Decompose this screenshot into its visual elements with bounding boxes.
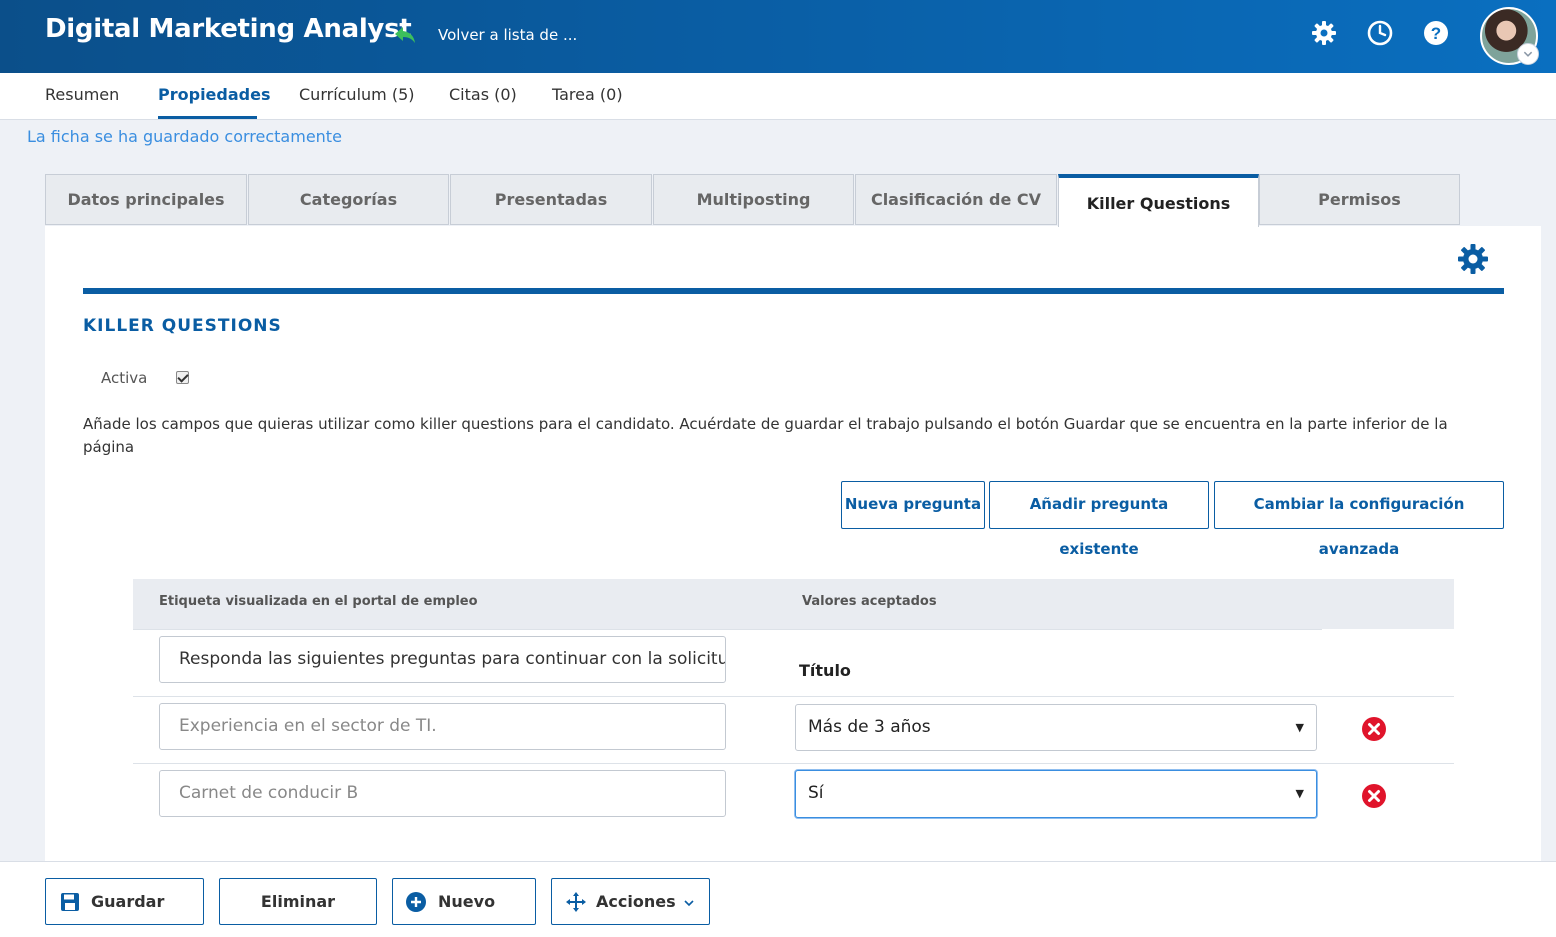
save-button[interactable]: Guardar bbox=[45, 878, 204, 925]
chevron-down-icon[interactable] bbox=[1517, 43, 1539, 65]
tab-datos-principales[interactable]: Datos principales bbox=[45, 174, 247, 225]
section-title: KILLER QUESTIONS bbox=[83, 316, 282, 336]
delete-row-icon[interactable] bbox=[1361, 783, 1387, 809]
save-floppy-icon bbox=[61, 893, 79, 911]
new-question-button[interactable]: Nueva pregunta bbox=[841, 481, 985, 529]
active-nav-indicator bbox=[158, 116, 257, 119]
tab-permisos[interactable]: Permisos bbox=[1259, 174, 1460, 225]
value-heading: Título bbox=[799, 661, 851, 680]
select-value: Más de 3 años bbox=[808, 717, 931, 737]
svg-text:?: ? bbox=[1431, 24, 1441, 43]
dropdown-arrow-icon: ▼ bbox=[1295, 721, 1304, 734]
panel-settings-gear-icon[interactable] bbox=[1456, 242, 1490, 276]
tab-killer-questions[interactable]: Killer Questions bbox=[1058, 174, 1259, 227]
question-label-input[interactable]: Experiencia en el sector de TI. bbox=[159, 703, 726, 750]
actions-dropdown-button[interactable]: Acciones bbox=[551, 878, 710, 925]
column-header-values: Valores aceptados bbox=[802, 594, 937, 609]
question-label-input[interactable]: Responda las siguientes preguntas para c… bbox=[159, 636, 726, 683]
accepted-value-select[interactable]: Sí ▼ bbox=[795, 770, 1317, 818]
page-title: Digital Marketing Analyst bbox=[45, 14, 412, 44]
activa-checkbox[interactable] bbox=[176, 371, 189, 384]
delete-label: Eliminar bbox=[260, 892, 336, 911]
back-to-list-link[interactable]: Volver a lista de ... bbox=[438, 26, 577, 44]
add-existing-question-button[interactable]: Añadir pregunta existente bbox=[989, 481, 1209, 558]
section-description: Añade los campos que quieras utilizar co… bbox=[83, 415, 1448, 456]
tab-presentadas[interactable]: Presentadas bbox=[450, 174, 652, 225]
back-arrow-icon[interactable] bbox=[392, 22, 418, 48]
dropdown-arrow-icon: ▼ bbox=[1295, 787, 1304, 800]
accepted-value-select[interactable]: Más de 3 años ▼ bbox=[795, 704, 1317, 751]
nav-curriculum[interactable]: Currículum (5) bbox=[299, 85, 415, 104]
nav-citas[interactable]: Citas (0) bbox=[449, 85, 517, 104]
nav-resumen[interactable]: Resumen bbox=[45, 85, 119, 104]
tab-multiposting[interactable]: Multiposting bbox=[653, 174, 854, 225]
plus-circle-icon bbox=[406, 892, 426, 912]
row-divider bbox=[133, 629, 1322, 630]
help-icon[interactable]: ? bbox=[1422, 19, 1450, 47]
chevron-down-icon bbox=[684, 900, 694, 907]
top-header: Digital Marketing Analyst Volver a lista… bbox=[0, 0, 1556, 73]
tab-categorias[interactable]: Categorías bbox=[248, 174, 449, 225]
history-clock-icon[interactable] bbox=[1366, 19, 1394, 47]
delete-row-icon[interactable] bbox=[1361, 716, 1387, 742]
move-arrows-icon bbox=[566, 892, 586, 912]
tab-clasificacion-cv[interactable]: Clasificación de CV bbox=[855, 174, 1057, 225]
save-label: Guardar bbox=[91, 892, 165, 911]
settings-gear-icon[interactable] bbox=[1310, 19, 1338, 47]
question-label-input[interactable]: Carnet de conducir B bbox=[159, 770, 726, 817]
section-divider bbox=[83, 288, 1504, 294]
row-divider bbox=[133, 763, 1454, 764]
row-divider bbox=[133, 696, 1454, 697]
activa-label: Activa bbox=[101, 369, 148, 387]
main-nav: Resumen Propiedades Currículum (5) Citas… bbox=[0, 73, 1556, 120]
nav-tarea[interactable]: Tarea (0) bbox=[552, 85, 623, 104]
status-message: La ficha se ha guardado correctamente bbox=[27, 127, 342, 146]
column-header-label: Etiqueta visualizada en el portal de emp… bbox=[159, 594, 478, 609]
select-value: Sí bbox=[808, 783, 824, 803]
advanced-config-button[interactable]: Cambiar la configuración avanzada bbox=[1214, 481, 1504, 558]
nav-propiedades[interactable]: Propiedades bbox=[158, 85, 270, 104]
actions-label: Acciones bbox=[596, 892, 676, 911]
delete-button[interactable]: Eliminar bbox=[219, 878, 377, 925]
new-button[interactable]: Nuevo bbox=[392, 878, 536, 925]
new-label: Nuevo bbox=[438, 892, 496, 911]
